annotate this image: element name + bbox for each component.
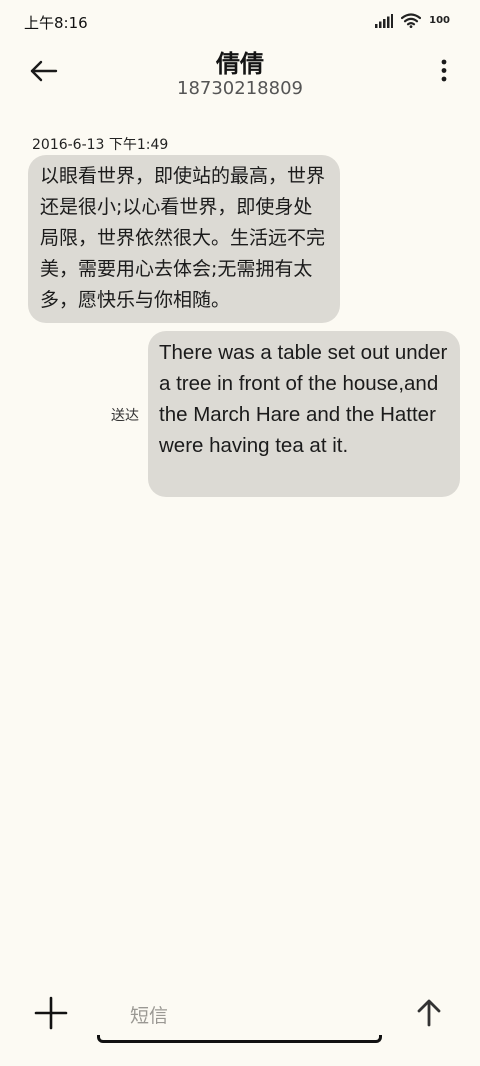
contact-name: 倩倩 — [216, 50, 264, 78]
more-vert-icon — [438, 59, 450, 88]
outgoing-message-bubble[interactable]: There was a table set out under a tree i… — [148, 331, 460, 497]
delivery-status: 送达 — [111, 408, 139, 424]
message-text: There was a table set out under a tree i… — [159, 341, 448, 457]
contact-number: 18730218809 — [177, 78, 303, 99]
send-button[interactable] — [414, 998, 444, 1028]
message-timestamp: 2016-6-13 下午1:49 — [32, 137, 169, 153]
more-options-button[interactable] — [438, 58, 450, 84]
wifi-icon — [401, 13, 422, 28]
sms-input[interactable] — [98, 992, 382, 1040]
conversation-header: 倩倩 18730218809 — [0, 40, 480, 110]
status-icons: 100 — [375, 13, 452, 28]
incoming-message-bubble[interactable]: 以眼看世界，即使站的最高，世界还是很小;以心看世界，即使身处局限，世界依然很大。… — [28, 155, 340, 323]
battery-icon: 100 — [429, 15, 450, 26]
signal-icon — [375, 13, 394, 28]
arrow-up-icon — [414, 999, 444, 1032]
message-composer — [0, 980, 480, 1066]
message-text: 以眼看世界，即使站的最高，世界还是很小;以心看世界，即使身处局限，世界依然很大。… — [40, 165, 326, 311]
status-time: 上午8:16 — [24, 14, 88, 32]
input-underline — [97, 1035, 382, 1043]
plus-icon — [34, 996, 68, 1034]
attach-button[interactable] — [34, 996, 68, 1030]
